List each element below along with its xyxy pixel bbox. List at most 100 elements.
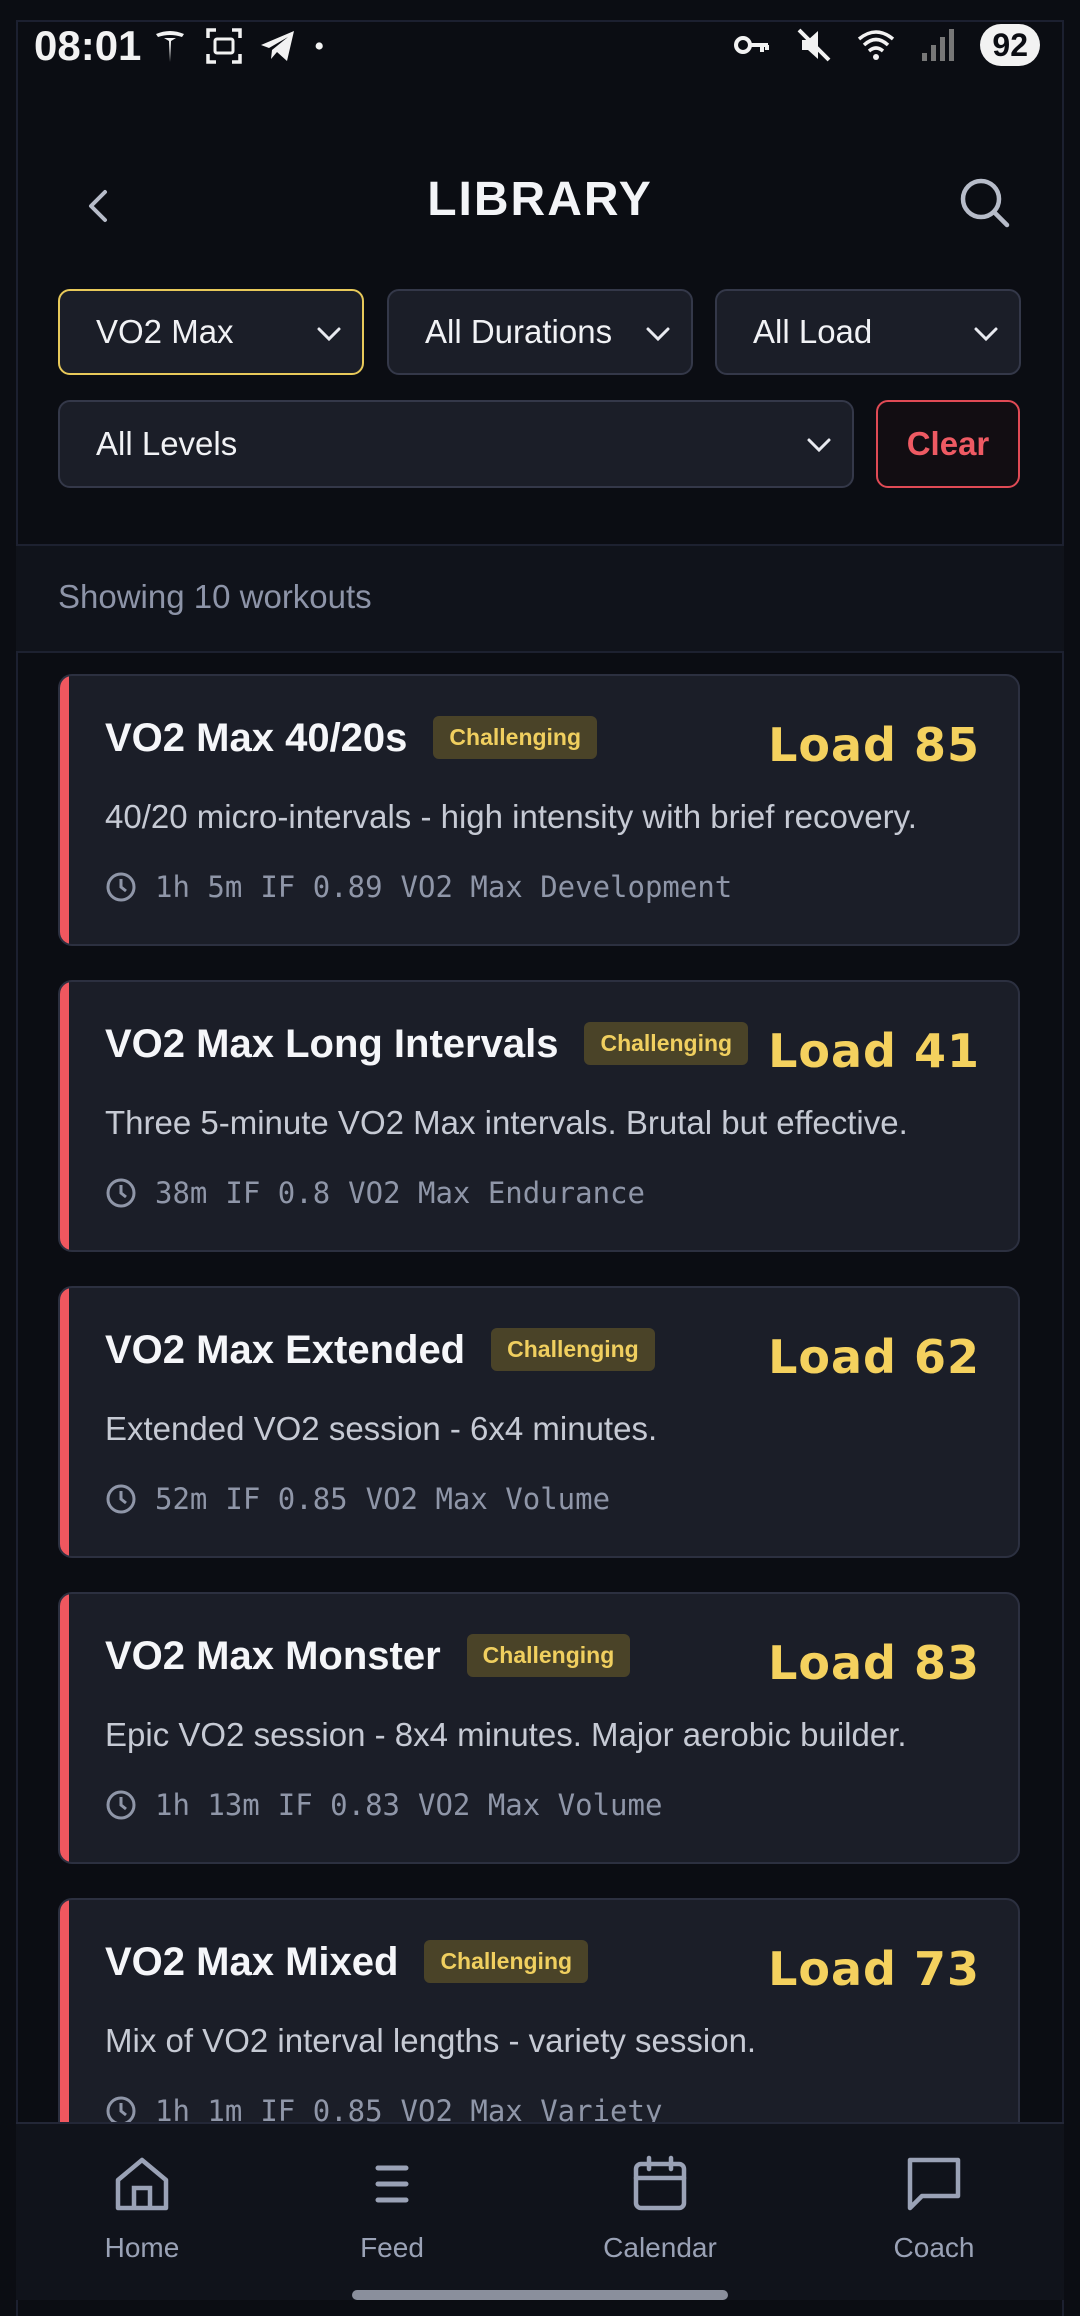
workout-load: Load 41 [768,1024,980,1078]
workout-meta: 1h 5m IF 0.89 VO2 Max Development [105,870,732,904]
level-filter-select[interactable]: All Levels [58,400,854,488]
dot-icon [315,42,323,50]
level-filter-value: All Levels [96,425,238,462]
workout-description: Three 5-minute VO2 Max intervals. Brutal… [105,1104,908,1141]
clock-icon [106,1484,136,1514]
duration-filter-select[interactable]: All Durations [387,289,693,375]
workout-card[interactable]: VO2 Max Mixed Challenging Load 73 Mix of … [58,1898,1020,2122]
clear-filters-button[interactable]: Clear [876,400,1020,488]
results-count: Showing 10 workouts [58,578,372,615]
workout-category: VO2 Max Endurance [348,1176,645,1210]
difficulty-badge: Challenging [424,1939,589,1983]
workout-description: Extended VO2 session - 6x4 minutes. [105,1410,658,1447]
chevron-down-icon [317,327,341,342]
chevron-down-icon [646,327,670,342]
workout-intensity-factor: IF 0.83 [277,1788,400,1822]
feed-icon [375,2165,409,2203]
workout-card[interactable]: VO2 Max Extended Challenging Load 62 Exte… [58,1286,1020,1558]
card-accent-stripe [60,1900,69,2122]
workout-meta: 1h 1m IF 0.85 VO2 Max Variety [105,2094,662,2122]
status-icons-right: 92 [732,24,1040,66]
chat-icon [907,2157,961,2211]
type-filter-select[interactable]: VO2 Max [58,289,364,375]
nav-calendar[interactable]: Calendar [560,2154,760,2264]
search-icon [960,178,1010,228]
workout-intensity-factor: IF 0.8 [225,1176,331,1210]
workout-duration: 52m [155,1482,208,1516]
workout-category: VO2 Max Variety [400,2094,663,2122]
search-button[interactable] [950,168,1020,238]
difficulty-badge: Challenging [466,1633,631,1677]
workout-intensity-factor: IF 0.85 [225,1482,348,1516]
bottom-navigation: Home Feed Calendar Coach [16,2122,1064,2300]
card-accent-stripe [60,1288,69,1556]
chevron-down-icon [974,327,998,342]
workout-name: VO2 Max Mixed [105,1940,399,1984]
workout-card[interactable]: VO2 Max Monster Challenging Load 83 Epic … [58,1592,1020,1864]
status-icons-left [150,26,336,66]
tesla-icon [156,31,184,62]
battery-indicator: 92 [980,24,1040,66]
workout-duration: 1h 1m [155,2094,243,2122]
difficulty-badge: Challenging [491,1327,655,1371]
app-header: LIBRARY [0,150,1080,260]
nav-label: Calendar [603,2232,717,2263]
difficulty-badge: Challenging [584,1021,749,1065]
chevron-down-icon [807,438,831,453]
nav-label: Feed [360,2232,424,2263]
nav-label: Coach [893,2232,975,2263]
workout-list: VO2 Max 40/20s Challenging Load 85 40/20 … [0,652,1080,2122]
workout-duration: 1h 13m [155,1788,260,1822]
workout-name-row: VO2 Max 40/20s Challenging [105,715,598,761]
wifi-icon [858,30,895,60]
clock-icon [106,2096,136,2122]
key-icon [734,36,770,54]
card-accent-stripe [60,1594,69,1862]
screenshot-icon [206,28,242,64]
workout-meta: 52m IF 0.85 VO2 Max Volume [105,1482,610,1516]
workout-name: VO2 Max Monster [105,1634,441,1678]
telegram-icon [261,31,294,61]
results-count-bar: Showing 10 workouts [16,546,1064,652]
home-indicator[interactable] [352,2290,728,2300]
workout-category: VO2 Max Volume [417,1788,663,1822]
home-icon [115,2157,169,2211]
workout-load: Load 62 [768,1330,980,1384]
type-filter-value: VO2 Max [96,313,234,350]
workout-description: Mix of VO2 interval lengths - variety se… [105,2022,757,2059]
nav-home[interactable]: Home [42,2154,242,2264]
nav-feed[interactable]: Feed [292,2154,492,2264]
workout-intensity-factor: IF 0.89 [260,870,383,904]
clock-icon [106,1790,136,1820]
mute-icon [797,28,831,62]
workout-name-row: VO2 Max Mixed Challenging [105,1939,589,1985]
workout-name-row: VO2 Max Monster Challenging [105,1633,631,1679]
workout-category: VO2 Max Volume [365,1482,611,1516]
card-accent-stripe [60,676,69,944]
workout-description: Epic VO2 session - 8x4 minutes. Major ae… [105,1716,907,1753]
workout-duration: 38m [155,1176,208,1210]
signal-icon [922,29,955,61]
workout-name: VO2 Max Long Intervals [105,1022,559,1066]
calendar-icon [633,2155,687,2211]
page-title: LIBRARY [427,173,653,226]
workout-load: Load 73 [768,1942,980,1996]
workout-description: 40/20 micro-intervals - high intensity w… [105,798,917,835]
workout-meta: 38m IF 0.8 VO2 Max Endurance [105,1176,645,1210]
nav-label: Home [104,2232,180,2263]
nav-coach[interactable]: Coach [834,2154,1034,2264]
workout-name-row: VO2 Max Long Intervals Challenging [105,1021,749,1067]
status-time: 08:01 [34,22,142,69]
workout-name: VO2 Max 40/20s [105,716,408,760]
workout-load: Load 85 [768,718,980,772]
workout-intensity-factor: IF 0.85 [260,2094,383,2122]
workout-duration: 1h 5m [155,870,243,904]
load-filter-select[interactable]: All Load [715,289,1021,375]
load-filter-value: All Load [753,313,873,350]
workout-category: VO2 Max Development [400,870,733,904]
workout-card[interactable]: VO2 Max 40/20s Challenging Load 85 40/20 … [58,674,1020,946]
duration-filter-value: All Durations [425,313,613,350]
workout-name-row: VO2 Max Extended Challenging [105,1327,655,1373]
workout-load: Load 83 [768,1636,980,1690]
workout-card[interactable]: VO2 Max Long Intervals Challenging Load 4… [58,980,1020,1252]
